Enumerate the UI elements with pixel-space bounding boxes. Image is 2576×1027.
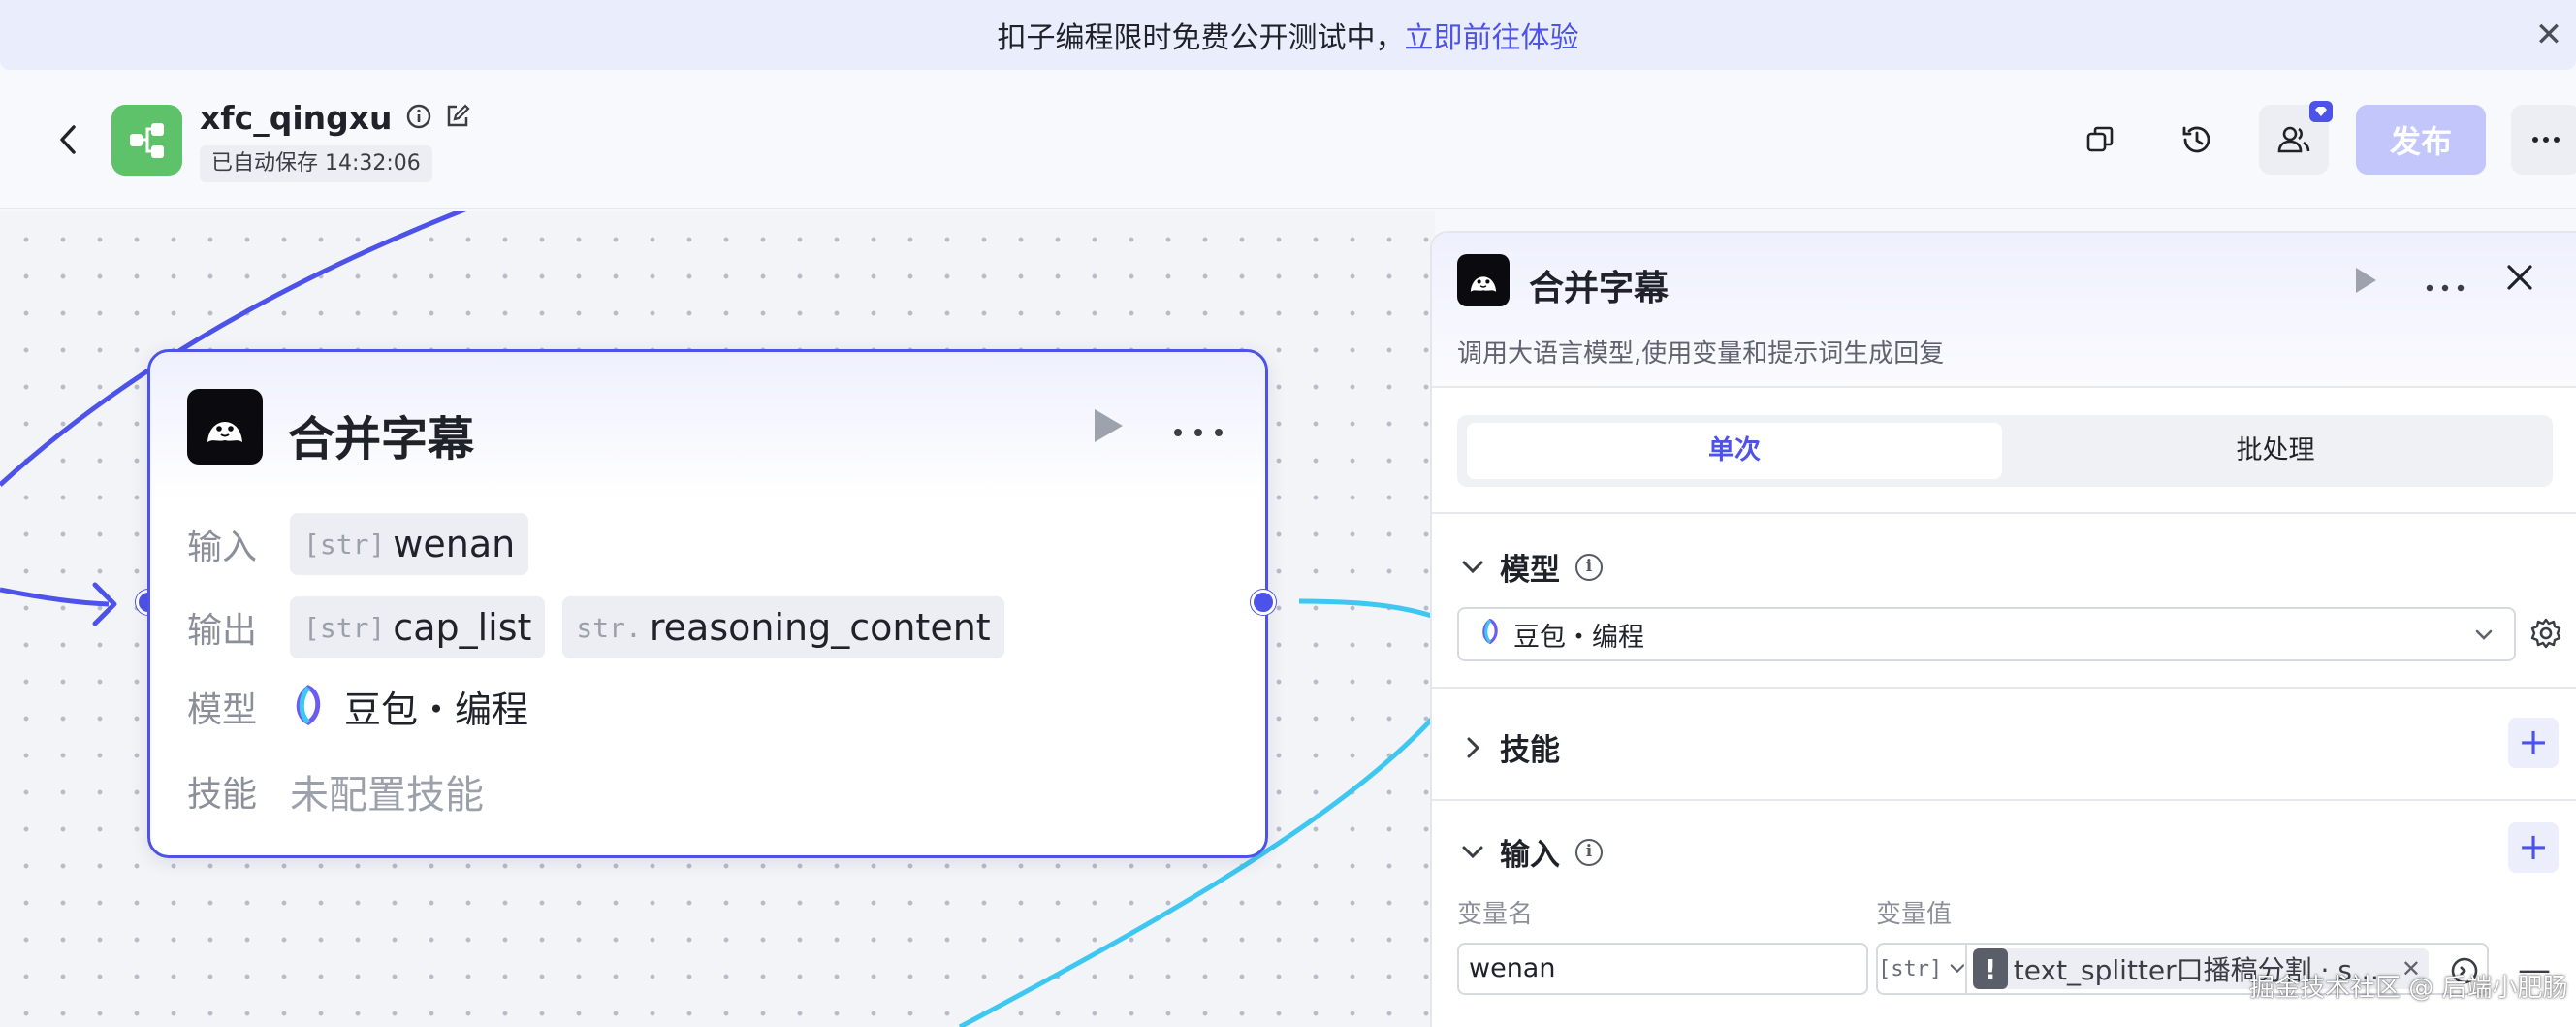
var-type-select[interactable]: [str] (1878, 945, 1967, 993)
edge-left-incoming (0, 587, 110, 607)
workflow-header: xfc_qingxu 已自动保存 14:32:06 发布 (0, 70, 2576, 209)
info-icon[interactable]: i (1575, 838, 1603, 866)
output-var-chip: [str] cap_list (290, 596, 546, 658)
llm-node-card[interactable]: 合并字幕 输入 [str] wenan 输出 [str] cap_list st… (147, 349, 1268, 858)
divider (1432, 512, 2576, 514)
section-input-header[interactable]: 输入 i (1461, 830, 1603, 874)
skill-value: 未配置技能 (290, 773, 484, 818)
app-name: xfc_qingxu (200, 99, 393, 137)
var-type: [str] (303, 611, 386, 644)
auto-save-status: 已自动保存 14:32:06 (200, 145, 432, 182)
banner-link[interactable]: 立即前往体验 (1405, 14, 1579, 56)
section-skill-header[interactable]: 技能 (1461, 725, 1560, 769)
model-name: 豆包・编程 (344, 689, 529, 731)
workflow-canvas[interactable]: 合并字幕 输入 [str] wenan 输出 [str] cap_list st… (0, 211, 1435, 1027)
node-more-icon[interactable] (1173, 410, 1224, 439)
info-icon[interactable]: i (1575, 553, 1603, 581)
node-output-port[interactable] (1251, 590, 1276, 615)
divider (1432, 799, 2576, 801)
premium-badge-icon (2309, 101, 2333, 122)
more-options-icon[interactable] (2511, 105, 2576, 175)
run-mode-tabs: 单次 批处理 (1457, 415, 2553, 487)
model-select[interactable]: 豆包・编程 (1457, 607, 2516, 661)
app-name-row: xfc_qingxu (200, 99, 470, 137)
column-var-value: 变量值 (1876, 900, 1953, 929)
add-skill-button[interactable]: + (2508, 718, 2559, 768)
chevron-right-icon (1467, 737, 1480, 757)
panel-close-icon[interactable] (2498, 258, 2541, 301)
section-input-title: 输入 (1500, 838, 1560, 873)
llm-model-icon (1457, 254, 1510, 306)
input-var-chip: [str] wenan (290, 513, 529, 575)
edit-icon[interactable] (445, 103, 470, 133)
var-type: str. (576, 611, 642, 644)
section-skill-title: 技能 (1500, 733, 1560, 768)
section-model-header[interactable]: 模型 i (1461, 545, 1603, 589)
banner-close-icon[interactable]: ✕ (2529, 16, 2568, 54)
doubao-logo-icon (1479, 618, 1502, 652)
node-config-panel: 合并字幕 调用大语言模型,使用变量和提示词生成回复 单次 批处理 模型 i 豆包… (1430, 231, 2576, 1027)
model-label: 模型 (187, 690, 258, 730)
chevron-down-icon (1462, 846, 1483, 858)
publish-button[interactable]: 发布 (2356, 105, 2486, 175)
chevron-down-icon (1462, 561, 1483, 573)
skill-label: 技能 (187, 775, 258, 815)
gear-icon[interactable] (2529, 617, 2562, 654)
doubao-logo-icon (290, 684, 327, 729)
watermark: 掘金技术社区 @ 后端小肥肠 (2249, 974, 2568, 1003)
var-name: reasoning_content (649, 606, 991, 649)
announcement-banner: 扣子编程限时免费公开测试中， 立即前往体验 ✕ (0, 0, 2576, 70)
banner-text: 扣子编程限时免费公开测试中， (997, 21, 1405, 55)
input-label: 输入 (187, 528, 258, 567)
tab-batch[interactable]: 批处理 (2008, 423, 2543, 479)
llm-model-icon (187, 389, 263, 465)
tab-single[interactable]: 单次 (1467, 423, 2002, 479)
column-var-name: 变量名 (1457, 900, 1534, 929)
var-type: [str] (303, 528, 386, 561)
node-skill-row: 技能 未配置技能 (187, 763, 484, 819)
back-arrow-icon[interactable] (48, 112, 87, 167)
var-type: [str] (1878, 956, 1943, 981)
var-name-input[interactable]: wenan (1457, 943, 1868, 995)
run-node-icon[interactable] (1091, 406, 1126, 449)
chevron-down-icon (1950, 964, 1965, 974)
selected-model: 豆包・编程 (1513, 622, 1644, 653)
divider (1432, 687, 2576, 689)
history-icon[interactable] (2162, 105, 2232, 175)
panel-description: 调用大语言模型,使用变量和提示词生成回复 (1457, 339, 1945, 369)
node-output-row: 输出 [str] cap_list str. reasoning_content (187, 596, 1004, 658)
chevron-down-icon (2475, 629, 2493, 640)
run-node-icon[interactable] (2353, 266, 2378, 299)
section-model-title: 模型 (1500, 553, 1560, 588)
node-model-row: 模型 豆包・编程 (187, 680, 528, 733)
var-name: wenan (393, 523, 516, 565)
var-name: cap_list (393, 606, 532, 649)
panel-title: 合并字幕 (1529, 269, 1670, 308)
add-input-button[interactable]: + (2508, 822, 2559, 873)
output-var-chip: str. reasoning_content (562, 596, 1004, 658)
edge-right-outgoing (1298, 598, 1435, 620)
panel-more-icon[interactable] (2426, 262, 2465, 301)
warning-icon: ! (1973, 948, 2008, 989)
info-icon[interactable] (406, 104, 431, 133)
copy-icon[interactable] (2065, 105, 2135, 175)
node-input-row: 输入 [str] wenan (187, 513, 529, 575)
workflow-app-icon (111, 105, 182, 176)
output-label: 输出 (187, 611, 258, 651)
node-title: 合并字幕 (288, 412, 475, 466)
